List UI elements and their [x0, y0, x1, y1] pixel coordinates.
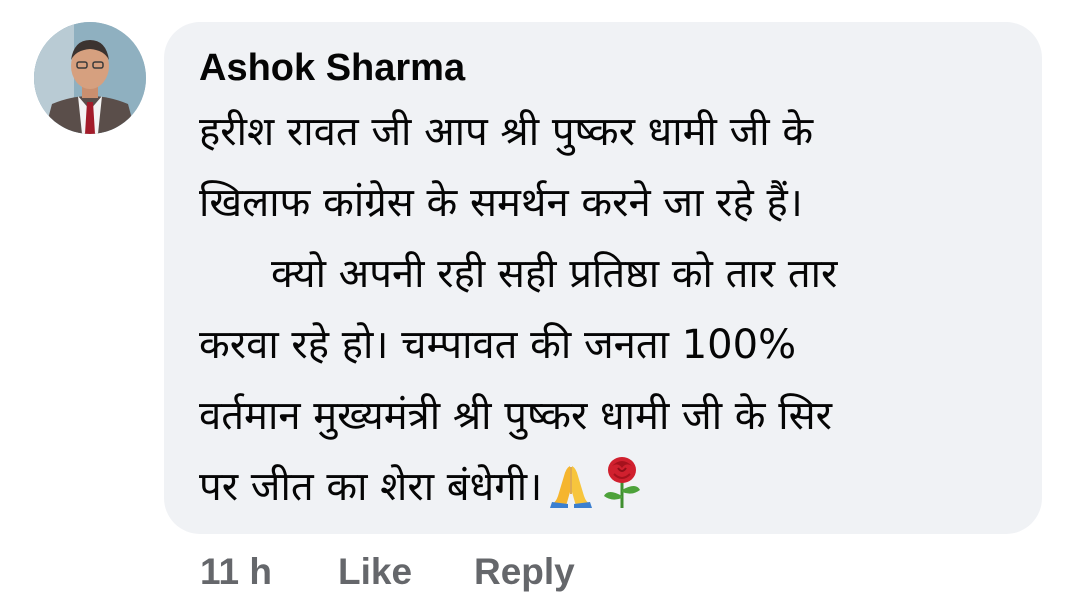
comment-line: हरीश रावत जी आप श्री पुष्कर धामी जी के: [199, 109, 814, 155]
timestamp[interactable]: 11 h: [200, 548, 272, 596]
comment-last-line: पर जीत का शेरा बंधेगी।: [199, 452, 1029, 523]
comment-line: वर्तमान मुख्यमंत्री श्री पुष्कर धामी जी …: [199, 393, 832, 439]
comment-line: करवा रहे हो। चम्पावत की जनता 100%: [199, 322, 797, 368]
rose-icon: [600, 456, 644, 531]
avatar[interactable]: [34, 22, 146, 134]
comment-line: पर जीत का शेरा बंधेगी।: [199, 464, 543, 510]
comment-bubble: Ashok Sharma हरीश रावत जी आप श्री पुष्कर…: [164, 22, 1042, 534]
comment-text: हरीश रावत जी आप श्री पुष्कर धामी जी के ख…: [199, 97, 1029, 523]
folded-hands-icon: [550, 460, 593, 531]
like-button[interactable]: Like: [338, 548, 412, 596]
comment-line: खिलाफ कांग्रेस के समर्थन करने जा रहे हैं…: [199, 180, 803, 226]
comment-line: क्यो अपनी रही सही प्रतिष्ठा को तार तार: [271, 251, 838, 297]
comment-author[interactable]: Ashok Sharma: [199, 46, 465, 90]
reply-button[interactable]: Reply: [474, 548, 575, 596]
